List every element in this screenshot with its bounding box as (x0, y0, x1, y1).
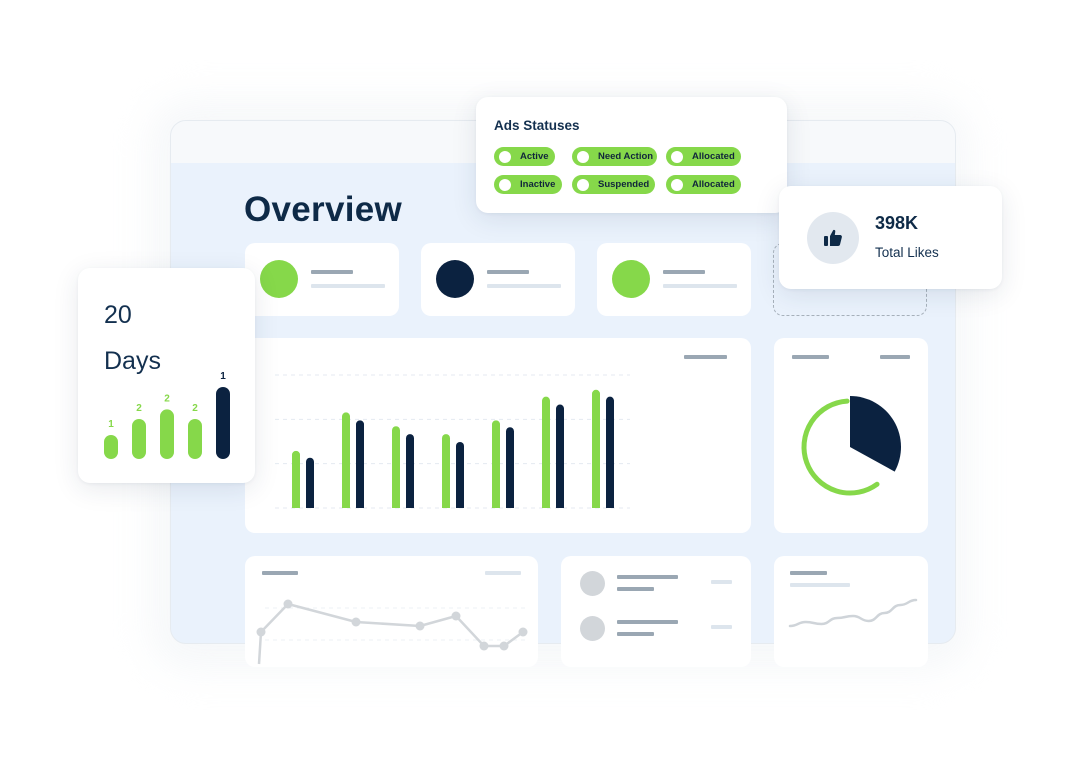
bar-green (392, 426, 400, 508)
line-series (257, 602, 524, 665)
days-bar-label: 2 (192, 403, 198, 414)
bar-chart (275, 374, 630, 509)
sparkline-series (788, 598, 918, 628)
bar-chart-card (245, 338, 751, 533)
avatar (580, 571, 605, 596)
placeholder-line (617, 575, 678, 579)
line-chart-card (245, 556, 538, 667)
sparkline-chart (788, 598, 918, 628)
days-card: 20 Days 12221 (78, 268, 255, 483)
avatar (580, 616, 605, 641)
total-likes-card: 398K Total Likes (779, 186, 1002, 289)
pie-chart (801, 396, 901, 496)
days-bar (104, 435, 118, 459)
avatar (436, 260, 474, 298)
placeholder-line (663, 270, 705, 274)
status-pill-allocated[interactable]: Allocated (666, 147, 741, 166)
radio-dot-icon (499, 178, 511, 191)
days-bar (132, 419, 146, 459)
bar-navy (556, 404, 564, 508)
stat-card-3[interactable] (597, 243, 751, 316)
bar-green (442, 434, 450, 508)
bar-navy (506, 427, 514, 508)
avatar (612, 260, 650, 298)
stat-card-2[interactable] (421, 243, 575, 316)
days-bar-label: 2 (136, 403, 142, 414)
line-point (351, 617, 361, 627)
sparkline-card (774, 556, 928, 667)
line-point (518, 627, 528, 637)
line-point (479, 641, 489, 651)
ads-statuses-title: Ads Statuses (494, 118, 580, 133)
placeholder-line (617, 587, 654, 591)
bar-navy (606, 396, 614, 508)
radio-dot-icon (499, 150, 511, 163)
pie-chart-card (774, 338, 928, 533)
line-point (499, 641, 509, 651)
likes-label: Total Likes (875, 245, 939, 260)
radio-dot-icon (671, 178, 683, 191)
line-chart (256, 599, 528, 665)
placeholder-line (617, 632, 654, 636)
status-pill-inactive[interactable]: Inactive (494, 175, 562, 194)
placeholder-line (311, 270, 353, 274)
page-title: Overview (244, 190, 403, 229)
bar-green (592, 389, 600, 508)
bar-green (342, 412, 350, 508)
days-bar-chart: 1 2 2 2 1 (104, 371, 230, 459)
days-bar-label: 1 (220, 371, 226, 382)
days-bar (216, 387, 230, 459)
bar-green (492, 420, 500, 508)
status-pill-need-action[interactable]: Need Action (572, 147, 657, 166)
ads-statuses-card: Ads Statuses Active Need Action Allocate… (476, 97, 787, 213)
placeholder-line (711, 625, 732, 629)
bar-navy (456, 441, 464, 508)
line-point (415, 621, 425, 631)
days-bar (160, 409, 174, 459)
placeholder-line (487, 270, 529, 274)
bar-navy (356, 420, 364, 508)
status-pill-allocated-2[interactable]: Allocated (666, 175, 741, 194)
stat-card-1[interactable] (245, 243, 399, 316)
radio-dot-icon (577, 178, 589, 191)
radio-dot-icon (577, 150, 589, 163)
placeholder-line (487, 284, 561, 288)
placeholder-line (663, 284, 737, 288)
status-pill-active[interactable]: Active (494, 147, 555, 166)
placeholder-line (311, 284, 385, 288)
line-point (451, 611, 461, 621)
bar-green (292, 450, 300, 508)
line-point (256, 627, 266, 637)
thumbs-up-icon (807, 212, 859, 264)
days-bar (188, 419, 202, 459)
bar-navy (306, 457, 314, 508)
bar-navy (406, 434, 414, 508)
line-point (283, 599, 293, 609)
radio-dot-icon (671, 150, 683, 163)
placeholder-line (711, 580, 732, 584)
placeholder-line (617, 620, 678, 624)
pie-slice-navy-segment (850, 396, 901, 472)
list-card (561, 556, 751, 667)
status-pill-suspended[interactable]: Suspended (572, 175, 655, 194)
days-bar-label: 1 (108, 419, 114, 430)
avatar (260, 260, 298, 298)
bar-green (542, 396, 550, 508)
likes-value: 398K (875, 213, 919, 233)
days-bar-label: 2 (164, 393, 170, 404)
